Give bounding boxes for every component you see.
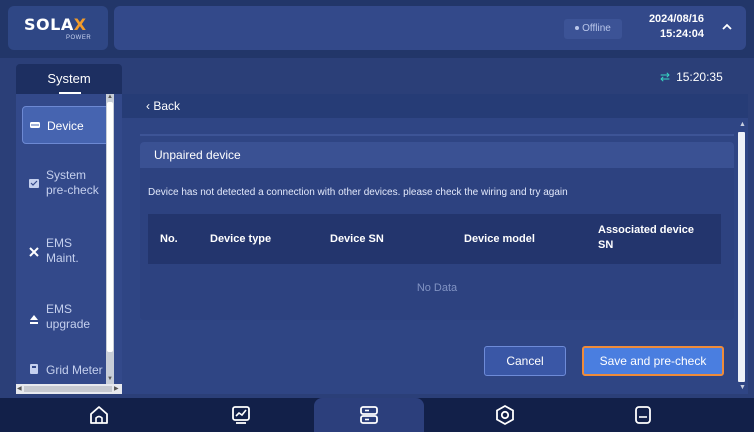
upload-icon bbox=[30, 315, 38, 324]
sidebar-item-label-line2: pre-check bbox=[46, 183, 99, 197]
nav-device[interactable] bbox=[588, 398, 698, 432]
column-header-device-sn: Device SN bbox=[330, 233, 384, 245]
sidebar-scroll-thumb[interactable] bbox=[107, 102, 113, 352]
datetime: 2024/08/16 15:24:04 bbox=[634, 12, 704, 42]
back-bar: ‹ Back bbox=[122, 94, 748, 118]
back-label: Back bbox=[153, 99, 181, 113]
sidebar-item-label-line2: upgrade bbox=[46, 317, 91, 331]
column-header-no: No. bbox=[160, 233, 178, 245]
monitor-icon bbox=[232, 406, 250, 424]
sidebar-scrollbar-vertical[interactable]: ▲ ▼ bbox=[106, 94, 114, 394]
tab-system[interactable]: System bbox=[16, 64, 122, 94]
main-scroll-down-icon[interactable]: ▼ bbox=[739, 384, 746, 391]
tab-system-label: System bbox=[47, 71, 91, 86]
system-icon bbox=[360, 406, 378, 424]
card-title: Unpaired device bbox=[154, 148, 241, 162]
logo-subtitle: POWER bbox=[66, 35, 92, 41]
column-header-associated-device: Associated device bbox=[598, 224, 694, 236]
sync-status: ⇄ 15:20:35 bbox=[660, 70, 723, 84]
section-divider bbox=[140, 134, 734, 136]
sidebar-item-grid-meter[interactable]: Grid Meter bbox=[22, 362, 114, 378]
sync-time-text: 15:20:35 bbox=[676, 70, 723, 84]
status-dot-icon bbox=[575, 26, 580, 31]
nav-home[interactable] bbox=[44, 398, 154, 432]
settings-icon bbox=[496, 404, 514, 426]
column-header-device-model: Device model bbox=[464, 233, 535, 245]
column-header-associated-sn: SN bbox=[598, 239, 614, 251]
empty-table-message: No Data bbox=[416, 282, 458, 294]
nav-monitor[interactable] bbox=[186, 398, 296, 432]
sidebar-item-system-precheck[interactable]: System pre-check bbox=[22, 166, 114, 202]
info-message: Device has not detected a connection wit… bbox=[148, 187, 568, 198]
logo-text: SOLA bbox=[24, 15, 74, 34]
unpaired-device-card: Unpaired device Device has not detected … bbox=[140, 142, 734, 320]
sync-icon[interactable]: ⇄ bbox=[660, 70, 670, 84]
precheck-icon bbox=[29, 179, 39, 188]
main-panel: ‹ Back Unpaired device Device has not de… bbox=[122, 94, 748, 394]
sidebar-hscroll-thumb[interactable] bbox=[24, 386, 112, 392]
scroll-left-arrow-icon[interactable]: ◀ bbox=[17, 385, 22, 392]
main-scroll-thumb[interactable] bbox=[738, 132, 745, 382]
bottom-nav bbox=[0, 398, 754, 432]
sidebar-item-device[interactable]: Device bbox=[22, 106, 114, 144]
top-header: SOLAX POWER Offline 2024/08/16 15:24:04 bbox=[0, 0, 754, 58]
home-icon bbox=[90, 406, 108, 424]
sidebar-item-label-line2: Maint. bbox=[46, 251, 79, 265]
wrench-icon bbox=[29, 247, 39, 257]
sidebar-item-label: Device bbox=[47, 119, 84, 133]
header-bar: Offline 2024/08/16 15:24:04 bbox=[114, 6, 746, 50]
main-scroll-up-icon[interactable]: ▲ bbox=[739, 121, 746, 128]
status-text: Offline bbox=[582, 23, 611, 34]
column-header-device-type: Device type bbox=[210, 233, 272, 245]
cancel-button[interactable]: Cancel bbox=[484, 346, 566, 376]
chevron-up-icon[interactable] bbox=[720, 20, 734, 34]
logo: SOLAX POWER bbox=[8, 6, 108, 50]
nav-settings[interactable] bbox=[450, 398, 560, 432]
sidebar-item-label: EMS bbox=[46, 302, 73, 316]
sidebar-item-label: Grid Meter bbox=[46, 363, 103, 377]
meter-icon bbox=[30, 364, 38, 374]
card-header: Unpaired device bbox=[140, 142, 734, 168]
time-text: 15:24:04 bbox=[659, 28, 704, 40]
sidebar-item-ems-upgrade[interactable]: EMS upgrade bbox=[22, 300, 114, 336]
scroll-down-arrow-icon[interactable]: ▼ bbox=[107, 376, 113, 382]
logo-x: X bbox=[73, 15, 87, 34]
date-text: 2024/08/16 bbox=[648, 13, 704, 25]
scroll-right-arrow-icon[interactable]: ▶ bbox=[114, 385, 119, 392]
save-and-precheck-button[interactable]: Save and pre-check bbox=[582, 346, 724, 376]
device-icon bbox=[30, 122, 40, 128]
sidebar-item-ems-maint[interactable]: EMS Maint. bbox=[22, 234, 114, 270]
scroll-up-arrow-icon[interactable]: ▲ bbox=[107, 94, 113, 100]
device-table-header: No. Device type Device SN Device model A… bbox=[148, 214, 721, 264]
nav-system[interactable] bbox=[314, 398, 424, 432]
back-button[interactable]: ‹ Back bbox=[146, 99, 180, 113]
sidebar-item-label: System bbox=[46, 168, 87, 182]
main-scrollbar[interactable]: ▲ ▼ bbox=[736, 118, 748, 394]
device-icon bbox=[635, 406, 651, 424]
sidebar-item-label: EMS bbox=[46, 236, 73, 250]
sidebar-scrollbar-horizontal[interactable]: ◀ ▶ bbox=[16, 384, 122, 394]
status-badge: Offline bbox=[564, 19, 622, 39]
